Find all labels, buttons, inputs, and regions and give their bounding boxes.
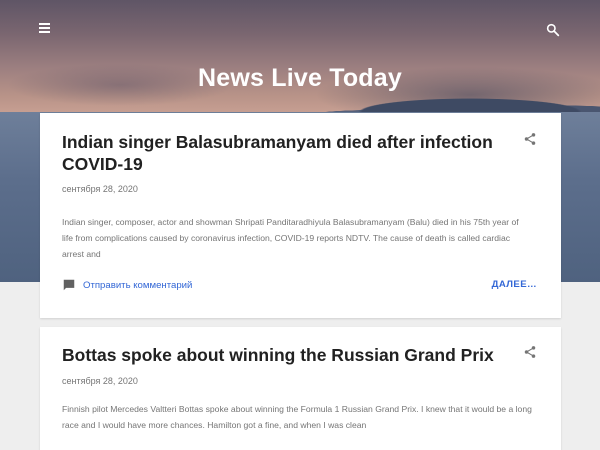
comment-icon (63, 279, 75, 291)
post-title[interactable]: Indian singer Balasubramanyam died after… (62, 131, 502, 175)
post-card: Bottas spoke about winning the Russian G… (40, 327, 561, 450)
share-icon[interactable] (523, 132, 537, 146)
page: News Live Today Indian singer Balasubram… (0, 0, 600, 450)
post-card: Indian singer Balasubramanyam died after… (40, 113, 561, 318)
read-more-link[interactable]: ДАЛЕЕ… (492, 279, 537, 290)
post-snippet: Indian singer, composer, actor and showm… (62, 217, 519, 259)
post-snippet: Finnish pilot Mercedes Valtteri Bottas s… (62, 404, 532, 430)
site-title[interactable]: News Live Today (0, 64, 600, 93)
share-icon[interactable] (523, 345, 537, 359)
add-comment-link[interactable]: Отправить комментарий (62, 277, 192, 293)
search-icon[interactable] (545, 22, 561, 38)
post-date: сентября 28, 2020 (62, 184, 138, 194)
add-comment-label: Отправить комментарий (83, 279, 193, 291)
hamburger-menu-icon[interactable] (38, 21, 52, 35)
post-date: сентября 28, 2020 (62, 376, 138, 386)
post-title[interactable]: Bottas spoke about winning the Russian G… (62, 344, 502, 366)
